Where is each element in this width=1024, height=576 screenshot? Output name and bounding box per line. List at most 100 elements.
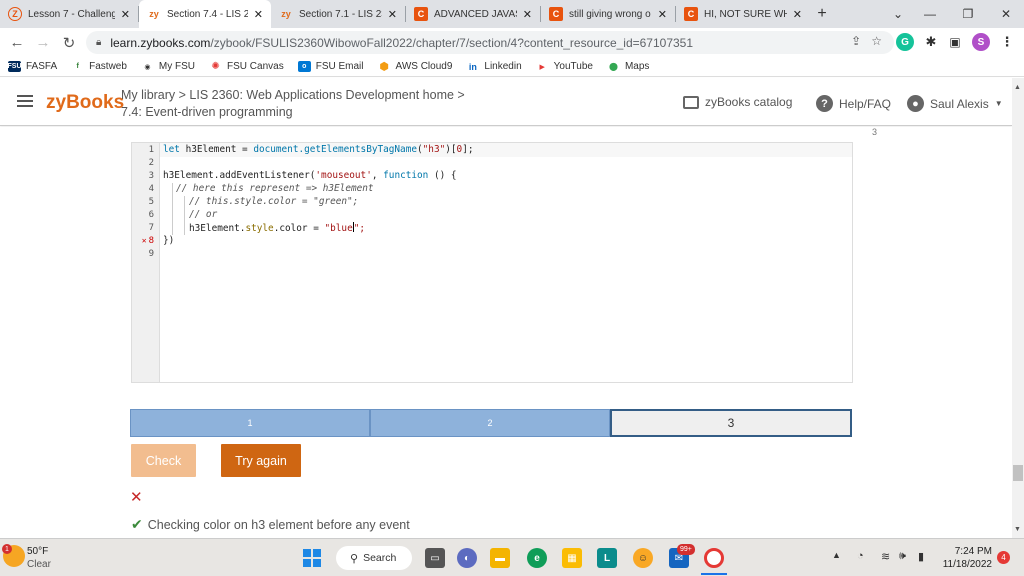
line-number: 6: [148, 210, 154, 220]
close-tab-icon[interactable]: ✕: [523, 8, 532, 21]
bookmark-maps[interactable]: ⬤ Maps: [607, 61, 649, 72]
browser-tab-lesson7[interactable]: Z Lesson 7 - Challeng ✕: [0, 0, 138, 28]
clock-time: 7:24 PM: [954, 546, 992, 557]
tray-overflow-chevron-icon[interactable]: ▲: [832, 550, 841, 560]
indent-guide: [184, 196, 185, 235]
share-icon[interactable]: ⇪: [851, 34, 861, 48]
hamburger-menu-icon[interactable]: [17, 95, 33, 107]
code-line-3: h3Element.addEventListener('mouseout', f…: [163, 170, 457, 181]
level-1-segment[interactable]: 1: [130, 409, 370, 437]
omnibox-icons: ⇪ ☆: [851, 34, 882, 48]
task-view-icon[interactable]: ▭: [425, 548, 445, 568]
code-line-7: h3Element.style.color = "blue";: [189, 222, 365, 234]
back-arrow-icon[interactable]: ←: [4, 28, 30, 57]
minimize-icon[interactable]: —: [912, 0, 948, 28]
bookmark-my-fsu[interactable]: ◉ My FSU: [141, 61, 195, 72]
battery-icon[interactable]: ▮: [918, 550, 924, 563]
microsoft-store-icon[interactable]: ▦: [562, 548, 582, 568]
globe-icon: ◉: [144, 63, 151, 71]
lens-app-icon[interactable]: L: [597, 548, 617, 568]
teams-chat-icon[interactable]: ◐: [457, 548, 477, 568]
chegg-icon: C: [684, 7, 698, 21]
breadcrumb-path[interactable]: My library > LIS 2360: Web Applications …: [121, 87, 465, 104]
chegg-icon: C: [414, 7, 428, 21]
zybooks-icon: zy: [281, 9, 291, 19]
bookmark-linkedin[interactable]: in Linkedin: [466, 61, 522, 72]
notification-count-badge[interactable]: 4: [997, 551, 1010, 564]
code-editor[interactable]: 1 2 3 4 5 6 7 ✕ 8 9 let h3Element = docum…: [131, 142, 853, 383]
new-tab-button[interactable]: +: [810, 0, 834, 28]
url-field[interactable]: 🔒︎ learn.zybooks.com/zybook/FSULIS2360Wi…: [86, 31, 894, 54]
close-tab-icon[interactable]: ✕: [121, 8, 130, 21]
grammarly-extension-icon[interactable]: G: [896, 33, 914, 51]
page-scrollbar[interactable]: ▲ ▼: [1012, 78, 1024, 538]
level-3-segment[interactable]: 3: [610, 409, 852, 437]
close-window-icon[interactable]: ✕: [988, 0, 1024, 28]
check-button[interactable]: Check: [131, 444, 196, 477]
code-line-8: }): [163, 235, 175, 246]
profile-avatar[interactable]: S: [972, 33, 990, 51]
tab-label: HI, NOT SURE WHA: [704, 8, 787, 20]
forward-arrow-icon[interactable]: →: [30, 28, 56, 57]
close-tab-icon[interactable]: ✕: [793, 8, 802, 21]
bookmark-fsu-canvas[interactable]: ✺ FSU Canvas: [209, 61, 283, 72]
close-tab-icon[interactable]: ✕: [658, 8, 667, 21]
meet-now-icon[interactable]: ◔: [857, 550, 864, 562]
edge-icon[interactable]: e: [527, 548, 547, 568]
caret-down-icon: ▼: [994, 99, 1003, 108]
bookmark-fasfa[interactable]: FSU FASFA: [8, 61, 57, 72]
extensions-puzzle-icon[interactable]: ✱: [922, 33, 940, 51]
scroll-down-arrow-icon[interactable]: ▼: [1014, 526, 1021, 533]
zybooks-catalog-link[interactable]: zyBooks catalog: [683, 95, 792, 109]
volume-icon[interactable]: 🕪︎: [899, 550, 906, 563]
weather-alert-badge: 1: [2, 544, 12, 554]
scroll-up-arrow-icon[interactable]: ▲: [1014, 84, 1021, 91]
level-2-segment[interactable]: 2: [370, 409, 610, 437]
browser-tab-strip: Z Lesson 7 - Challeng ✕ zy Section 7.4 -…: [0, 0, 1024, 28]
search-label: Search: [363, 552, 397, 564]
sidepanel-icon[interactable]: ▣: [946, 33, 964, 51]
bookmark-label: FSU Email: [315, 61, 364, 72]
weather-temp: 50°F: [27, 546, 49, 557]
close-tab-icon[interactable]: ✕: [254, 8, 263, 21]
mail-unread-badge: 99+: [677, 544, 695, 555]
wifi-icon[interactable]: ≋: [881, 550, 890, 563]
incorrect-x-icon: ✕: [130, 489, 143, 506]
catalog-book-icon: [683, 95, 699, 109]
browser-tab-section71[interactable]: zy Section 7.1 - LIS 23 ✕: [271, 0, 405, 28]
bookmark-fastweb[interactable]: f Fastweb: [71, 61, 126, 72]
scrollbar-thumb[interactable]: [1013, 465, 1023, 481]
help-faq-link[interactable]: ? Help/FAQ: [816, 95, 891, 112]
zybooks-logo[interactable]: zyBooks: [46, 92, 124, 114]
bookmark-youtube[interactable]: ▶ YouTube: [536, 61, 593, 72]
browser-menu-icon[interactable]: ⋮: [998, 33, 1016, 51]
maps-pin-icon: ⬤: [608, 62, 618, 71]
code-text: .color =: [273, 223, 325, 234]
weather-widget[interactable]: 50°F Clear: [27, 545, 51, 571]
reload-icon[interactable]: ↻: [56, 28, 82, 57]
browser-tab-still-giving[interactable]: C still giving wrong o ✕: [541, 0, 675, 28]
taskbar-clock[interactable]: 7:24 PM 11/18/2022: [942, 545, 992, 571]
chrome-icon[interactable]: [704, 548, 724, 568]
file-explorer-icon[interactable]: ▬: [490, 548, 510, 568]
restore-icon[interactable]: ❐: [950, 0, 986, 28]
browser-tab-advanced-js[interactable]: C ADVANCED JAVASC ✕: [406, 0, 540, 28]
tab-search-chevron-icon[interactable]: ⌄: [880, 0, 916, 28]
outlook-icon: o: [297, 61, 311, 72]
code-text: h3Element =: [179, 144, 254, 155]
bookmark-fsu-email[interactable]: o FSU Email: [297, 61, 364, 72]
windows-start-icon[interactable]: [303, 549, 321, 567]
taskbar-search[interactable]: ⚲ Search: [336, 546, 412, 570]
code-keyword: let: [163, 144, 180, 155]
emoji-app-icon[interactable]: ☺: [633, 548, 653, 568]
browser-tab-section74[interactable]: zy Section 7.4 - LIS 23 ✕: [139, 0, 271, 28]
zybooks-header: zyBooks My library > LIS 2360: Web Appli…: [0, 78, 1012, 126]
bookmark-aws-cloud9[interactable]: ⬢ AWS Cloud9: [378, 61, 452, 73]
aws-cloud9-icon: ⬢: [379, 61, 389, 73]
user-menu[interactable]: ● Saul Alexis ▼: [907, 95, 1003, 112]
close-tab-icon[interactable]: ✕: [388, 8, 397, 21]
browser-tab-not-sure[interactable]: C HI, NOT SURE WHA ✕: [676, 0, 810, 28]
try-again-button[interactable]: Try again: [221, 444, 301, 477]
bookmark-star-icon[interactable]: ☆: [871, 34, 882, 48]
code-line-5: // this.style.color = "green";: [189, 196, 359, 207]
